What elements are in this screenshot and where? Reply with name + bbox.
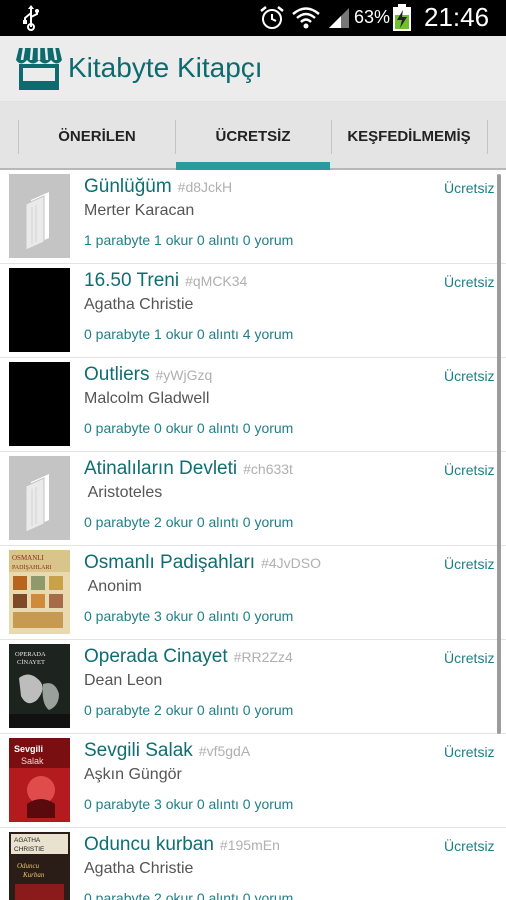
book-cover xyxy=(9,268,70,352)
svg-text:Sevgili: Sevgili xyxy=(14,744,43,754)
tab-free[interactable]: ÜCRETSİZ xyxy=(176,102,330,170)
book-price: Ücretsiz xyxy=(444,368,495,384)
book-stats: 0 parabyte 0 okur 0 alıntı 0 yorum xyxy=(84,420,294,436)
book-cover: OSMANLI PADİŞAHLARI xyxy=(9,550,70,634)
book-price: Ücretsiz xyxy=(444,274,495,290)
book-price: Ücretsiz xyxy=(444,650,495,666)
book-author: Agatha Christie xyxy=(84,860,194,877)
book-author: Dean Leon xyxy=(84,672,163,689)
list-item[interactable]: Günlüğüm #d8JckH Merter Karacan 1 parabyt… xyxy=(0,170,506,264)
book-title[interactable]: Outliers #yWjGzq xyxy=(84,364,212,386)
book-author: Agatha Christie xyxy=(84,296,194,313)
book-stats: 1 parabyte 1 okur 0 alıntı 0 yorum xyxy=(84,232,294,248)
book-title[interactable]: Sevgili Salak #vf5gdA xyxy=(84,740,250,762)
tab-undiscovered[interactable]: KEŞFEDİLMEMİŞ xyxy=(332,102,486,170)
tab-divider xyxy=(487,120,488,154)
book-cover xyxy=(9,362,70,446)
book-title[interactable]: Osmanlı Padişahları #4JvDSO xyxy=(84,552,321,574)
book-author: Merter Karacan xyxy=(84,202,195,219)
book-cover: AGATHA CHRISTIE Oduncu Kurban xyxy=(9,832,70,900)
book-price: Ücretsiz xyxy=(444,744,495,760)
svg-text:Kurban: Kurban xyxy=(22,871,45,879)
book-title[interactable]: Günlüğüm #d8JckH xyxy=(84,176,232,198)
usb-icon xyxy=(23,5,39,31)
wifi-icon xyxy=(292,7,320,29)
svg-text:CHRISTIE: CHRISTIE xyxy=(14,846,45,853)
book-cover: OPERADA CİNAYET xyxy=(9,644,70,728)
alarm-icon xyxy=(260,6,284,29)
list-scrollbar[interactable] xyxy=(497,174,501,734)
book-title-text: Osmanlı Padişahları xyxy=(84,552,256,573)
svg-text:Salak: Salak xyxy=(21,756,44,766)
tab-selected-indicator xyxy=(176,162,330,170)
tab-recommended[interactable]: ÖNERİLEN xyxy=(20,102,174,170)
book-stats: 0 parabyte 2 okur 0 alıntı 0 yorum xyxy=(84,514,294,530)
book-code: #195mEn xyxy=(219,837,280,853)
book-title-text: Outliers xyxy=(84,364,150,385)
book-author: Malcolm Gladwell xyxy=(84,390,210,407)
status-bar: 63% 21:46 xyxy=(0,0,506,36)
book-title-text: Operada Cinayet xyxy=(84,646,228,667)
book-author: Aristoteles xyxy=(84,484,163,501)
book-title-text: Oduncu kurban xyxy=(84,834,214,855)
book-price: Ücretsiz xyxy=(444,838,495,854)
action-bar: Kitabyte Kitapçı xyxy=(0,36,506,102)
book-placeholder-icon xyxy=(9,174,70,258)
book-stats: 0 parabyte 3 okur 0 alıntı 0 yorum xyxy=(84,608,294,624)
signal-icon xyxy=(329,8,349,28)
book-author: Aşkın Güngör xyxy=(84,766,182,783)
book-code: #d8JckH xyxy=(177,179,233,195)
book-title[interactable]: Operada Cinayet #RR2Zz4 xyxy=(84,646,293,668)
book-list[interactable]: Günlüğüm #d8JckH Merter Karacan 1 parabyt… xyxy=(0,170,506,900)
svg-text:Oduncu: Oduncu xyxy=(17,862,40,870)
svg-text:OPERADA: OPERADA xyxy=(15,651,46,658)
book-cover: Sevgili Salak xyxy=(9,738,70,822)
svg-text:PADİŞAHLARI: PADİŞAHLARI xyxy=(12,564,51,571)
book-title-text: Günlüğüm xyxy=(84,176,172,197)
book-stats: 0 parabyte 2 okur 0 alıntı 0 yorum xyxy=(84,890,294,900)
book-title-text: Atinalıların Devleti xyxy=(84,458,238,479)
list-item[interactable]: Sevgili Salak Sevgili Salak #vf5gdA Aşkın… xyxy=(0,734,506,828)
book-code: #yWjGzq xyxy=(155,367,213,383)
battery-percent: 63% xyxy=(354,7,391,27)
book-author: Anonim xyxy=(84,578,142,595)
store-icon[interactable] xyxy=(15,46,63,92)
list-item[interactable]: 16.50 Treni #qMCK34 Agatha Christie 0 par… xyxy=(0,264,506,358)
book-code: #RR2Zz4 xyxy=(233,649,293,665)
list-item[interactable]: OSMANLI PADİŞAHLARI Osmanlı Padişahları #… xyxy=(0,546,506,640)
book-stats: 0 parabyte 1 okur 0 alıntı 4 yorum xyxy=(84,326,294,342)
book-title-text: 16.50 Treni xyxy=(84,270,180,291)
svg-text:CİNAYET: CİNAYET xyxy=(17,659,45,666)
clock: 21:46 xyxy=(424,2,490,32)
list-item[interactable]: AGATHA CHRISTIE Oduncu Kurban Oduncu kur… xyxy=(0,828,506,900)
book-price: Ücretsiz xyxy=(444,556,495,572)
battery-charging-icon xyxy=(393,4,411,31)
book-placeholder-icon xyxy=(9,456,70,540)
book-price: Ücretsiz xyxy=(444,462,495,478)
book-title-text: Sevgili Salak xyxy=(84,740,193,761)
tab-divider xyxy=(18,120,19,154)
book-code: #4JvDSO xyxy=(261,555,321,571)
book-code: #ch633t xyxy=(243,461,293,477)
book-title[interactable]: Oduncu kurban #195mEn xyxy=(84,834,280,856)
app-title: Kitabyte Kitapçı xyxy=(68,52,263,83)
list-item[interactable]: Outliers #yWjGzq Malcolm Gladwell 0 parab… xyxy=(0,358,506,452)
list-item[interactable]: Atinalıların Devleti #ch633t Aristoteles … xyxy=(0,452,506,546)
book-title[interactable]: 16.50 Treni #qMCK34 xyxy=(84,270,247,292)
book-code: #vf5gdA xyxy=(198,743,251,759)
book-stats: 0 parabyte 2 okur 0 alıntı 0 yorum xyxy=(84,702,294,718)
tab-bar: ÖNERİLEN ÜCRETSİZ KEŞFEDİLMEMİŞ xyxy=(0,102,506,170)
svg-text:OSMANLI: OSMANLI xyxy=(12,554,45,562)
svg-text:AGATHA: AGATHA xyxy=(14,837,41,844)
book-stats: 0 parabyte 3 okur 0 alıntı 0 yorum xyxy=(84,796,294,812)
book-code: #qMCK34 xyxy=(185,273,248,289)
list-item[interactable]: OPERADA CİNAYET Operada Cinayet #RR2Zz4 D… xyxy=(0,640,506,734)
book-price: Ücretsiz xyxy=(444,180,495,196)
book-title[interactable]: Atinalıların Devleti #ch633t xyxy=(84,458,293,480)
